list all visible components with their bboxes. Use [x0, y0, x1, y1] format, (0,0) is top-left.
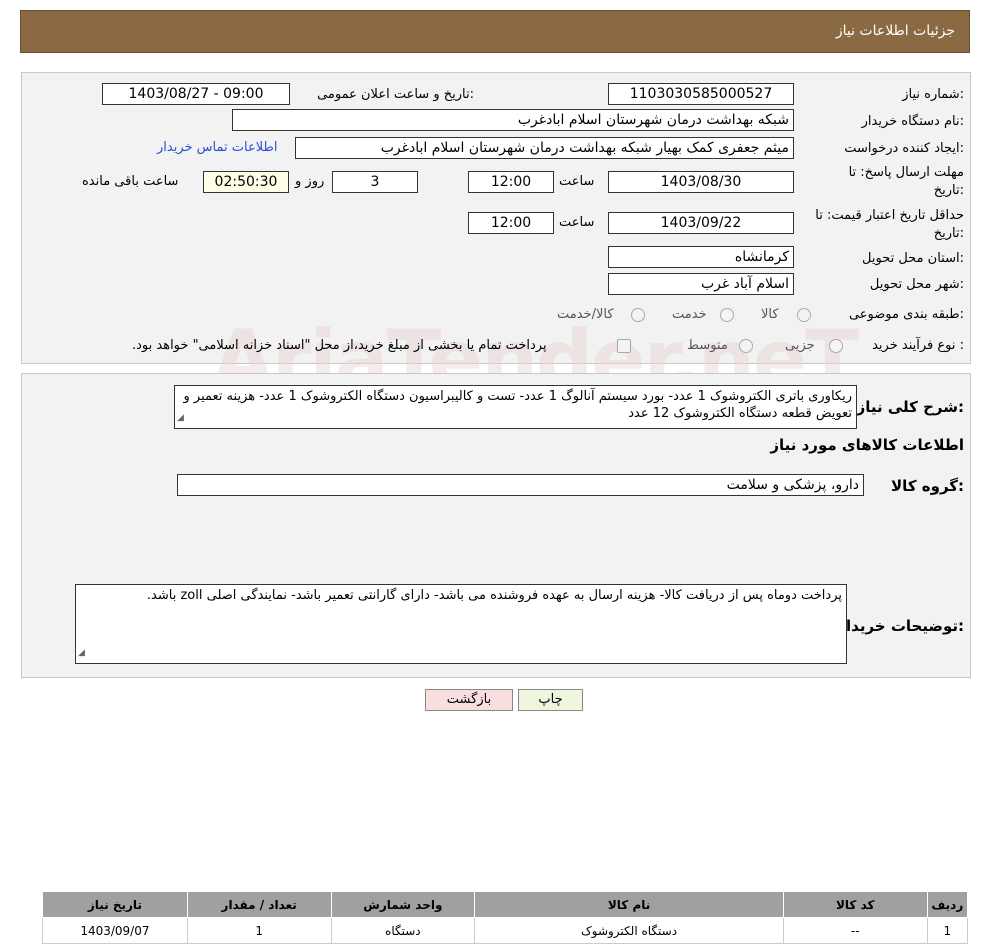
group-label: گروه کالا:: [891, 477, 964, 495]
days-label: روز و: [295, 174, 325, 189]
validity-date-field[interactable]: 1403/09/22: [608, 212, 794, 234]
deadline-time-field[interactable]: 12:00: [468, 171, 554, 193]
category-option-goods: کالا: [761, 307, 779, 322]
resize-grip-icon[interactable]: ◢: [78, 645, 85, 662]
page-title: جزئیات اطلاعات نیاز: [835, 23, 955, 39]
creator-label: ایجاد کننده درخواست:: [844, 141, 964, 156]
table-row: 1 -- دستگاه الکتروشوک دستگاه 1 1403/09/0…: [42, 917, 969, 944]
creator-field[interactable]: میثم جعفری کمک بهیار شبکه بهداشت درمان ش…: [295, 137, 794, 159]
province-label: استان محل تحویل:: [862, 251, 964, 266]
col-unit: واحد شمارش: [330, 891, 476, 918]
announce-field[interactable]: 1403/08/27 - 09:00: [102, 83, 290, 105]
buyer-contact-link[interactable]: اطلاعات تماس خریدار: [157, 140, 277, 155]
category-radio-goods-service[interactable]: [631, 308, 645, 322]
resize-grip-icon[interactable]: ◢: [177, 410, 184, 427]
group-field[interactable]: دارو، پزشکی و سلامت: [177, 474, 864, 496]
goods-table: ردیف کد کالا نام کالا واحد شمارش تعداد /…: [42, 891, 969, 944]
process-checkbox-treasury[interactable]: [617, 339, 631, 353]
city-field[interactable]: اسلام آباد غرب: [608, 273, 794, 295]
desc-label: شرح کلی نیاز:: [856, 398, 964, 416]
category-radio-service[interactable]: [720, 308, 734, 322]
validity-time-label: ساعت: [559, 215, 595, 230]
cell-unit: دستگاه: [330, 917, 476, 944]
process-radio-minor[interactable]: [829, 339, 843, 353]
cell-need-date: 1403/09/07: [42, 917, 188, 944]
cell-code: --: [782, 917, 928, 944]
cell-quantity: 1: [186, 917, 332, 944]
validity-time-field[interactable]: 12:00: [468, 212, 554, 234]
need-info-panel: AriaTender.neT شماره نیاز: 1103030585000…: [21, 72, 971, 406]
validity-label-2: تاریخ:: [933, 226, 964, 241]
validity-label-1: حداقل تاریخ اعتبار قیمت: تا: [815, 208, 964, 223]
back-button[interactable]: بازگشت: [425, 689, 513, 711]
need-number-label: شماره نیاز:: [902, 87, 964, 102]
announce-label: تاریخ و ساعت اعلان عمومی:: [317, 87, 474, 102]
remaining-label: ساعت باقی مانده: [82, 174, 179, 189]
deadline-time-label: ساعت: [559, 174, 595, 189]
buyer-org-label: نام دستگاه خریدار:: [861, 114, 964, 129]
category-option-goods-service: کالا/خدمت: [557, 307, 614, 322]
page-header: جزئیات اطلاعات نیاز: [20, 10, 970, 53]
col-row: ردیف: [926, 891, 969, 918]
city-label: شهر محل تحویل:: [869, 277, 964, 292]
province-field[interactable]: کرمانشاه: [608, 246, 794, 268]
category-radio-goods[interactable]: [797, 308, 811, 322]
buyer-org-field[interactable]: شبکه بهداشت درمان شهرستان اسلام ابادغرب: [232, 109, 794, 131]
process-radio-medium[interactable]: [739, 339, 753, 353]
goods-info-title: اطلاعات کالاهای مورد نیاز: [770, 436, 964, 454]
cell-row: 1: [926, 917, 969, 944]
process-option-minor: جزیی: [785, 338, 815, 353]
buyer-notes-label: توضیحات خریدار:: [837, 617, 964, 635]
process-label: نوع فرآیند خرید :: [872, 338, 964, 353]
col-need-date: تاریخ نیاز: [42, 891, 188, 918]
col-code: کد کالا: [782, 891, 928, 918]
desc-text: ریکاوری باتری الکتروشوک 1 عدد- بورد سیست…: [183, 389, 852, 421]
goods-table-header: ردیف کد کالا نام کالا واحد شمارش تعداد /…: [42, 891, 969, 918]
desc-textarea[interactable]: ریکاوری باتری الکتروشوک 1 عدد- بورد سیست…: [174, 385, 857, 429]
deadline-label-2: تاریخ:: [933, 183, 964, 198]
category-option-service: خدمت: [672, 307, 707, 322]
col-name: نام کالا: [474, 891, 784, 918]
col-quantity: تعداد / مقدار: [186, 891, 332, 918]
print-button[interactable]: چاپ: [518, 689, 583, 711]
deadline-label-1: مهلت ارسال پاسخ: تا: [848, 165, 964, 180]
cell-name: دستگاه الکتروشوک: [474, 917, 784, 944]
remaining-time-field: 02:50:30: [203, 171, 289, 193]
buyer-notes-textarea[interactable]: پرداخت دوماه پس از دریافت کالا- هزینه ار…: [75, 584, 847, 664]
need-number-field[interactable]: 1103030585000527: [608, 83, 794, 105]
details-panel: شرح کلی نیاز: ریکاوری باتری الکتروشوک 1 …: [21, 373, 971, 944]
deadline-date-field[interactable]: 1403/08/30: [608, 171, 794, 193]
category-label: طبقه بندی موضوعی:: [848, 307, 964, 322]
process-option-medium: متوسط: [687, 338, 728, 353]
process-note: پرداخت تمام یا بخشی از مبلغ خرید،از محل …: [132, 338, 547, 353]
days-field[interactable]: 3: [332, 171, 418, 193]
buyer-notes-text: پرداخت دوماه پس از دریافت کالا- هزینه ار…: [146, 588, 842, 603]
